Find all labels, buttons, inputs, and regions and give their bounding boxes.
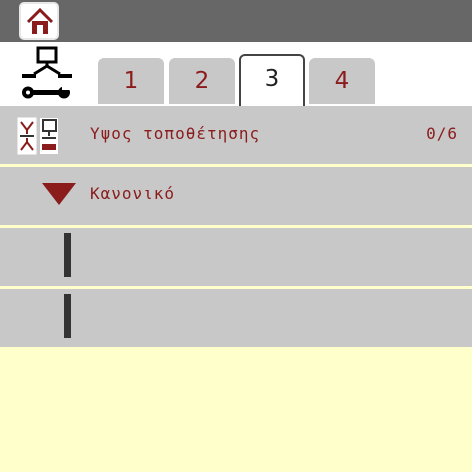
empty-row-marker: [64, 294, 71, 338]
tab-2-label: 2: [194, 68, 210, 94]
triangle-down-icon[interactable]: [42, 183, 76, 205]
tab-3-label: 3: [264, 66, 280, 92]
mounting-height-icon: [17, 117, 58, 155]
tab-bar: 1 2 3 4: [0, 42, 472, 106]
row-mode[interactable]: Κανονικό: [0, 167, 472, 225]
tab-1[interactable]: 1: [98, 58, 164, 104]
mounting-height-label: Υψος τοποθέτησης: [90, 124, 261, 143]
tab-4[interactable]: 4: [309, 58, 375, 104]
mounting-height-value: 0/6: [426, 124, 458, 143]
tab-2[interactable]: 2: [169, 58, 235, 104]
mode-label: Κανονικό: [90, 184, 176, 203]
row-empty-1[interactable]: [0, 228, 472, 286]
row-empty-2[interactable]: [0, 289, 472, 347]
row-mounting-height[interactable]: Υψος τοποθέτησης 0/6: [0, 106, 472, 164]
home-icon: [26, 7, 54, 34]
top-bar: [0, 0, 472, 42]
tab-4-label: 4: [334, 68, 350, 94]
home-button[interactable]: [19, 2, 59, 40]
tab-1-label: 1: [123, 68, 139, 94]
empty-row-marker: [64, 233, 71, 277]
tab-3[interactable]: 3: [239, 54, 305, 106]
service-person-wrench-icon: [22, 46, 74, 99]
